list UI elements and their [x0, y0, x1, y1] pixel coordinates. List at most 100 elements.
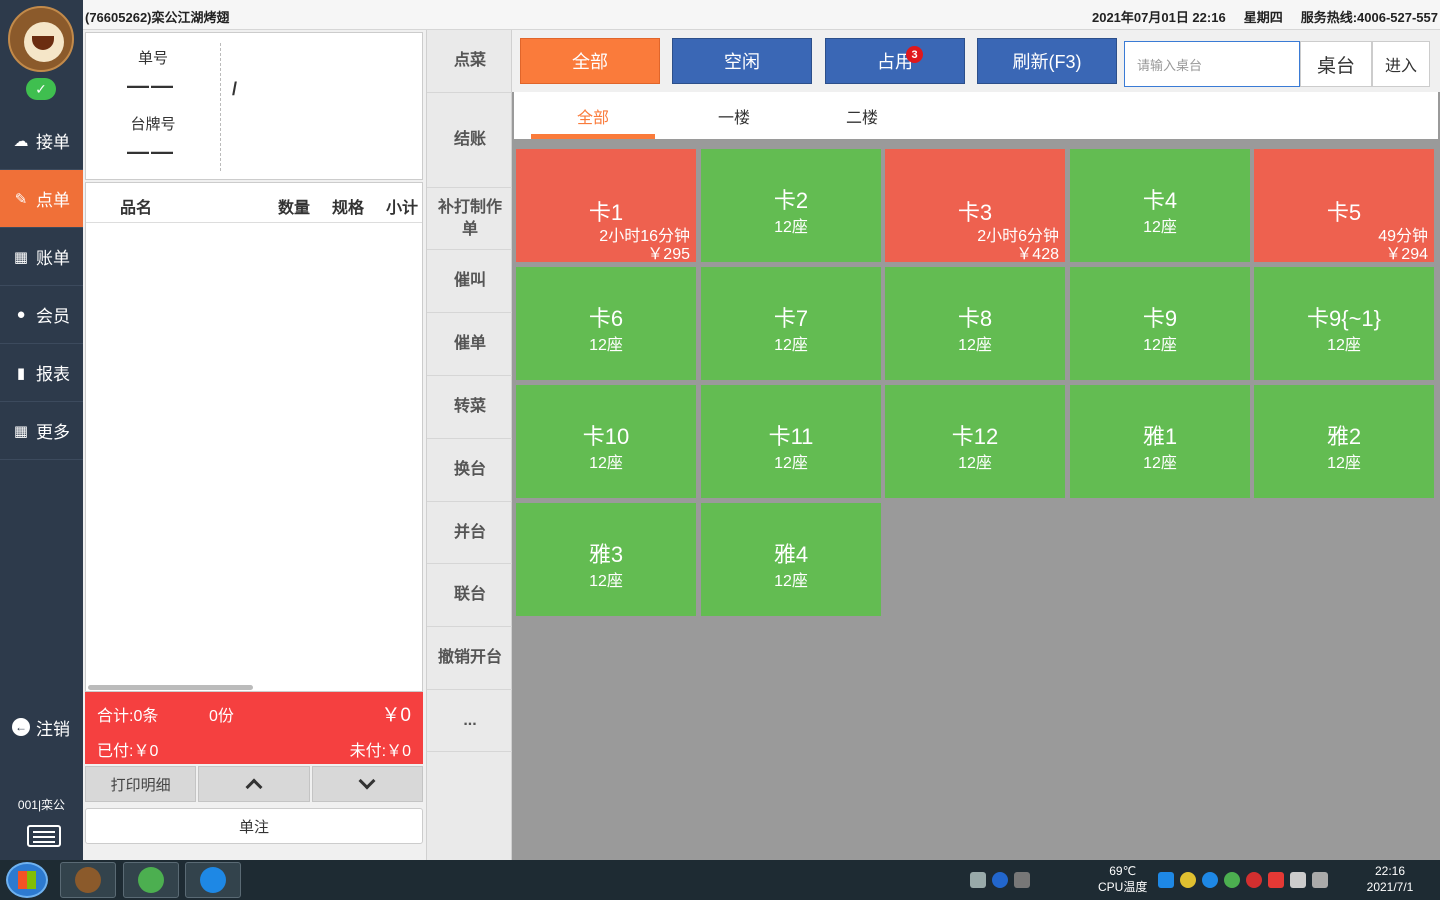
- table-seats: 12座: [1143, 337, 1177, 354]
- system-tray: [970, 860, 1030, 900]
- enter-button[interactable]: 进入: [1372, 41, 1430, 87]
- chevron-up-icon: [245, 778, 263, 796]
- sidebar-item-0[interactable]: ☁ 接单: [0, 112, 83, 170]
- filter-bar: 全部 空闲 占用 3 刷新(F3) 请输入桌台 桌台 进入: [512, 30, 1440, 92]
- sidebar-item-3[interactable]: ● 会员: [0, 286, 83, 344]
- table-name: 雅1: [1142, 424, 1178, 449]
- table-name: 雅2: [1326, 424, 1362, 449]
- table-type-button[interactable]: 桌台: [1300, 41, 1372, 87]
- table-card[interactable]: 卡7 12座: [701, 267, 881, 380]
- sidebar-item-5[interactable]: ▦ 更多: [0, 402, 83, 460]
- refresh-button[interactable]: 刷新(F3): [977, 38, 1117, 84]
- scroll-up-button[interactable]: [198, 766, 310, 802]
- order-items-table[interactable]: 品名 数量 规格 小计: [85, 182, 423, 692]
- table-card[interactable]: 卡2 12座: [701, 149, 881, 262]
- sidebar-item-4[interactable]: ▮ 报表: [0, 344, 83, 402]
- order-note-button[interactable]: 单注: [85, 808, 423, 844]
- slash: /: [232, 79, 238, 99]
- table-amount: ￥294: [1385, 246, 1428, 263]
- action-button-3[interactable]: 催叫: [427, 250, 513, 313]
- floor-tab-2[interactable]: 二楼: [800, 92, 924, 139]
- table-card[interactable]: 卡8 12座: [885, 267, 1065, 380]
- table-seats: 12座: [774, 573, 808, 590]
- table-card[interactable]: 卡9 12座: [1070, 267, 1250, 380]
- totals-bar: 合计:0条 0份 ￥0 已付:￥0 未付:￥0: [85, 692, 423, 764]
- cpu-temp: 69℃ CPU温度: [1098, 863, 1147, 895]
- table-card[interactable]: 雅1 12座: [1070, 385, 1250, 498]
- sidebar-item-2[interactable]: ▦ 账单: [0, 228, 83, 286]
- table-name: 卡2: [773, 188, 809, 213]
- action-button-4[interactable]: 催单: [427, 313, 513, 376]
- action-button-6[interactable]: 换台: [427, 439, 513, 502]
- floor-tab-1[interactable]: 一楼: [672, 92, 796, 139]
- network-icon[interactable]: [1014, 872, 1030, 888]
- tiles-icon: ▦: [13, 422, 29, 440]
- logout-label: 注销: [36, 719, 70, 739]
- action-column: 点菜 结账 补打制作单 催叫 催单 转菜 换台 并台 联台 撤销开台...: [426, 30, 513, 860]
- tray-app-5-icon[interactable]: [1246, 872, 1262, 888]
- table-card-label: 台牌号: [130, 116, 176, 133]
- app-title: (76605262)栾公江湖烤翅: [85, 10, 230, 25]
- action-button-2[interactable]: 补打制作单: [427, 188, 513, 250]
- filter-free-button[interactable]: 空闲: [672, 38, 812, 84]
- keyboard-tray-icon[interactable]: [970, 872, 986, 888]
- sidebar-item-1[interactable]: ✎ 点单: [0, 170, 83, 228]
- volume-icon[interactable]: [1290, 872, 1306, 888]
- table-card[interactable]: 卡1 2小时16分钟 ￥295: [516, 149, 696, 263]
- table-seats: 12座: [774, 455, 808, 472]
- table-card[interactable]: 卡4 12座: [1070, 149, 1250, 262]
- table-card[interactable]: 雅2 12座: [1254, 385, 1434, 498]
- floor-tab-0[interactable]: 全部: [531, 92, 655, 139]
- clock[interactable]: 22:16 2021/7/1: [1350, 863, 1430, 895]
- table-card[interactable]: 卡9{~1} 12座: [1254, 267, 1434, 380]
- table-seats: 12座: [589, 337, 623, 354]
- sidebar-item-label: 会员: [36, 307, 70, 326]
- logout-button[interactable]: ← 注销: [0, 698, 83, 756]
- datetime: 2021年07月01日 22:16: [1091, 10, 1226, 25]
- taskbar-app-pos[interactable]: [60, 862, 116, 898]
- table-card[interactable]: 卡10 12座: [516, 385, 696, 498]
- bar-chart-icon: ▮: [16, 364, 26, 382]
- action-button-9[interactable]: 撤销开台: [427, 627, 513, 690]
- keyboard-icon[interactable]: [27, 825, 61, 847]
- help-icon[interactable]: [992, 872, 1008, 888]
- horizontal-scrollbar[interactable]: [88, 685, 253, 690]
- action-button-1[interactable]: 结账: [427, 93, 513, 188]
- table-card[interactable]: 卡6 12座: [516, 267, 696, 380]
- total-amount: ￥0: [381, 705, 411, 726]
- action-button-5[interactable]: 转菜: [427, 376, 513, 439]
- table-name: 卡11: [768, 424, 814, 449]
- table-seats: 12座: [1327, 455, 1361, 472]
- filter-all-button[interactable]: 全部: [520, 38, 660, 84]
- tray-app-6-icon[interactable]: [1268, 872, 1284, 888]
- action-button-0[interactable]: 点菜: [427, 30, 513, 93]
- table-card[interactable]: 卡12 12座: [885, 385, 1065, 498]
- print-detail-button[interactable]: 打印明细: [85, 766, 197, 802]
- scroll-down-button[interactable]: [311, 766, 423, 802]
- paid-amount: 已付:￥0: [97, 743, 159, 760]
- action-button-10[interactable]: ...: [427, 690, 513, 752]
- taskbar-app-k[interactable]: [185, 862, 241, 898]
- sidebar-item-label: 点单: [36, 191, 70, 210]
- monitor-icon[interactable]: [1312, 872, 1328, 888]
- table-card[interactable]: 卡11 12座: [701, 385, 881, 498]
- table-card[interactable]: 雅4 12座: [701, 503, 881, 616]
- table-search-input[interactable]: 请输入桌台: [1124, 41, 1300, 87]
- sidebar-item-label: 更多: [36, 423, 70, 442]
- table-name: 卡6: [588, 306, 624, 331]
- tray-app-3-icon[interactable]: [1202, 872, 1218, 888]
- tray-app-2-icon[interactable]: [1180, 872, 1196, 888]
- table-name: 雅4: [773, 542, 809, 567]
- table-card[interactable]: 卡5 49分钟 ￥294: [1254, 149, 1434, 263]
- weekday: 星期四: [1243, 10, 1283, 25]
- filter-busy-button[interactable]: 占用 3: [825, 38, 965, 84]
- action-button-7[interactable]: 并台: [427, 502, 513, 564]
- tray-app-4-icon[interactable]: [1224, 872, 1240, 888]
- table-card[interactable]: 雅3 12座: [516, 503, 696, 616]
- sidebar-item-label: 接单: [36, 133, 70, 152]
- start-button[interactable]: [6, 862, 48, 898]
- tray-app-1-icon[interactable]: [1158, 872, 1174, 888]
- action-button-8[interactable]: 联台: [427, 564, 513, 627]
- taskbar-app-browser[interactable]: [123, 862, 179, 898]
- table-card[interactable]: 卡3 2小时6分钟 ￥428: [885, 149, 1065, 263]
